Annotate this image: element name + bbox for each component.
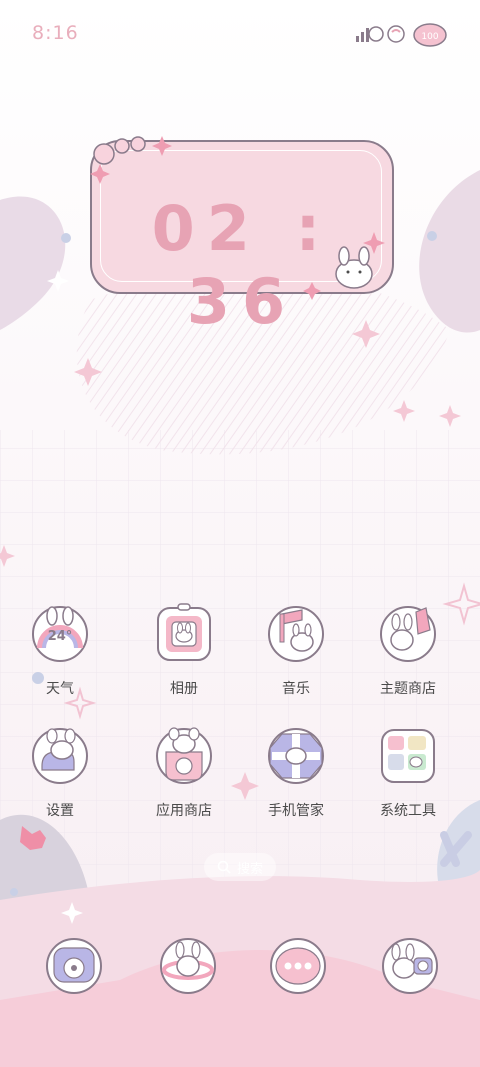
app-store-icon <box>152 722 216 786</box>
app-label: 主题商店 <box>380 681 436 697</box>
app-music[interactable]: 音乐 <box>240 600 352 712</box>
dock-phone[interactable] <box>42 930 106 1000</box>
status-icons: 100 <box>352 18 452 52</box>
app-label: 设置 <box>46 803 74 819</box>
app-gallery[interactable]: 相册 <box>128 600 240 712</box>
app-label: 系统工具 <box>380 803 436 819</box>
app-label: 应用商店 <box>156 803 212 819</box>
phone-icon <box>46 938 102 994</box>
paw-print-icon <box>93 136 146 165</box>
theme-store-icon <box>376 600 440 664</box>
settings-icon <box>28 722 92 786</box>
signal-icon <box>356 26 384 42</box>
svg-text:24°: 24° <box>48 629 73 644</box>
weather-icon: 24° <box>28 600 92 664</box>
app-app-store[interactable]: 应用商店 <box>128 722 240 834</box>
dock-messages[interactable] <box>266 930 330 1000</box>
status-bar: 8:16 100 <box>0 0 480 70</box>
clock-widget[interactable]: 02 : 36 <box>82 132 402 338</box>
search-label: 搜索 <box>236 861 263 877</box>
music-icon <box>264 600 328 664</box>
app-label: 手机管家 <box>268 803 324 819</box>
sparkle-icon <box>152 136 172 156</box>
app-label: 相册 <box>170 681 198 697</box>
app-theme-store[interactable]: 主题商店 <box>352 600 464 712</box>
gallery-icon <box>152 600 216 664</box>
app-phone-manager[interactable]: 手机管家 <box>240 722 352 834</box>
app-weather[interactable]: 24° 天气 <box>4 600 116 712</box>
system-tools-icon <box>376 722 440 786</box>
battery-icon: 100 <box>413 23 447 47</box>
app-system-tools[interactable]: 系统工具 <box>352 722 464 834</box>
browser-icon <box>160 938 216 994</box>
search-button[interactable]: 搜索 <box>204 853 276 881</box>
status-time: 8:16 <box>32 22 79 44</box>
clock-time: 02 : 36 <box>151 192 333 338</box>
app-settings[interactable]: 设置 <box>4 722 116 834</box>
dock-camera[interactable] <box>378 930 442 1000</box>
app-label: 音乐 <box>282 681 310 697</box>
camera-icon <box>382 938 438 994</box>
dock-browser[interactable] <box>156 930 220 1000</box>
phone-manager-icon <box>264 722 328 786</box>
dock <box>0 930 480 1010</box>
app-label: 天气 <box>46 681 74 697</box>
search-icon <box>217 860 231 874</box>
svg-text:100: 100 <box>421 32 438 42</box>
wifi-icon <box>387 25 405 43</box>
messages-icon <box>270 938 326 994</box>
